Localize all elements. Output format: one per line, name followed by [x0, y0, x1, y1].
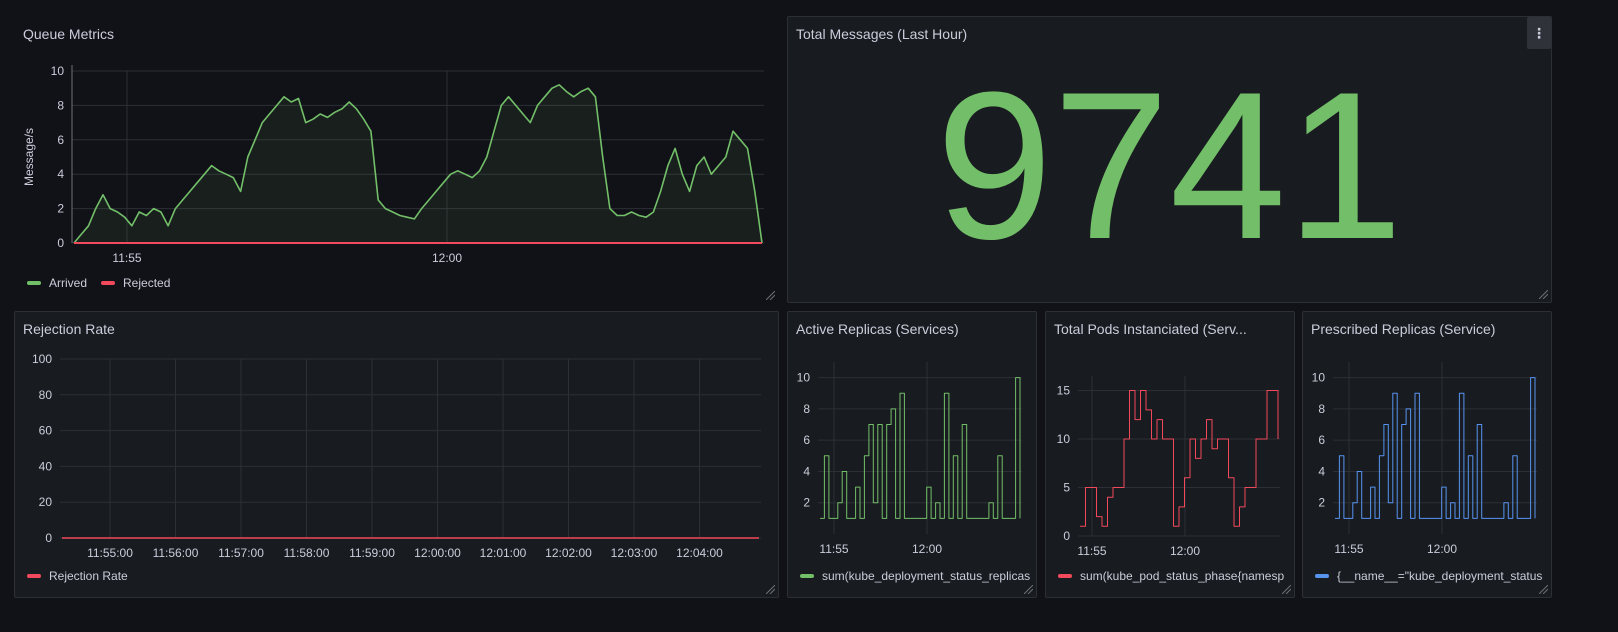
legend-label: Rejected	[123, 276, 171, 290]
x-tick-label: 12:00	[432, 251, 462, 265]
resize-handle-icon[interactable]	[1024, 585, 1033, 594]
y-tick-label: 6	[57, 133, 64, 147]
legend-swatch	[800, 574, 814, 578]
legend-swatch	[27, 281, 41, 285]
queue-metrics-panel: Queue Metrics 10 8 6 4 2 0 11:55 12:00 Message/s…	[14, 16, 779, 304]
active-replicas-chart[interactable]: 10 8 6 4 2 11:55 12:00	[788, 352, 1036, 572]
rejection-rate-chart[interactable]: 100 80 60 40 20 0 11:55:00 11:56:00 11:57:00 11:5…	[15, 347, 778, 597]
legend-item[interactable]: Rejected	[101, 276, 170, 290]
panel-title: Queue Metrics	[23, 26, 115, 42]
y-tick-label: 20	[39, 495, 53, 509]
series-line	[1335, 377, 1536, 519]
x-tick-label: 12:00	[1170, 544, 1200, 558]
resize-handle-icon[interactable]	[1282, 585, 1291, 594]
y-tick-label: 60	[39, 424, 53, 438]
y-tick-label: 15	[1057, 384, 1071, 398]
y-tick-label: 8	[803, 402, 810, 416]
panel-title: Total Messages (Last Hour)	[796, 26, 968, 42]
resize-handle-icon[interactable]	[766, 291, 775, 300]
x-tick-label: 11:55	[1334, 542, 1363, 556]
legend-item[interactable]: sum(kube_deployment_status_replicas	[800, 569, 1030, 583]
y-tick-label: 0	[45, 531, 52, 545]
series-line	[820, 377, 1021, 519]
resize-handle-icon[interactable]	[1539, 290, 1548, 299]
legend-item[interactable]: Rejection Rate	[27, 569, 128, 583]
y-tick-label: 100	[32, 352, 52, 366]
resize-handle-icon[interactable]	[766, 585, 775, 594]
y-tick-label: 5	[1063, 481, 1070, 495]
legend-item[interactable]: sum(kube_pod_status_phase{namesp	[1058, 569, 1284, 583]
y-tick-label: 2	[57, 202, 64, 216]
x-tick-label: 12:04:00	[676, 546, 723, 560]
series-line	[1080, 390, 1279, 527]
chart-legend: Arrived Rejected	[27, 276, 170, 290]
queue-metrics-chart[interactable]: 10 8 6 4 2 0 11:55 12:00 Message/s	[15, 57, 778, 307]
y-tick-label: 6	[803, 433, 810, 447]
y-tick-label: 2	[1318, 496, 1325, 510]
y-axis-label: Message/s	[22, 128, 36, 186]
series-area	[74, 84, 762, 243]
legend-swatch	[101, 281, 116, 285]
y-tick-label: 10	[1057, 432, 1071, 446]
chart-legend: Rejection Rate	[27, 569, 128, 583]
x-tick-label: 11:59:00	[349, 546, 395, 560]
x-tick-label: 11:55	[112, 251, 141, 265]
y-tick-label: 0	[1063, 529, 1070, 543]
panel-title: Active Replicas (Services)	[796, 321, 959, 337]
x-tick-label: 12:01:00	[480, 546, 527, 560]
panel-title: Prescribed Replicas (Service)	[1311, 321, 1496, 337]
x-tick-label: 12:00:00	[414, 546, 461, 560]
total-messages-panel: Total Messages (Last Hour) ⋮ 9741	[787, 16, 1552, 303]
chart-legend: sum(kube_pod_status_phase{namesp	[1058, 569, 1288, 583]
x-tick-label: 12:00	[1427, 542, 1457, 556]
y-tick-label: 6	[1318, 433, 1325, 447]
legend-label: sum(kube_pod_status_phase{namesp	[1080, 569, 1285, 583]
y-tick-label: 10	[797, 371, 811, 385]
resize-handle-icon[interactable]	[1539, 585, 1548, 594]
legend-item[interactable]: {__name__="kube_deployment_status	[1315, 569, 1542, 583]
x-tick-label: 11:55	[1077, 544, 1106, 558]
y-tick-label: 40	[39, 459, 53, 473]
x-tick-label: 11:55:00	[87, 546, 133, 560]
total-pods-chart[interactable]: 15 10 5 0 11:55 12:00	[1046, 352, 1294, 572]
y-tick-label: 10	[1312, 371, 1326, 385]
panel-menu-button[interactable]: ⋮	[1527, 17, 1551, 49]
x-tick-label: 11:57:00	[218, 546, 264, 560]
legend-label: Rejection Rate	[49, 569, 128, 583]
x-tick-label: 11:58:00	[284, 546, 330, 560]
legend-swatch	[27, 574, 41, 578]
total-pods-panel: Total Pods Instanciated (Serv... 15 10 5 0 1…	[1045, 311, 1295, 598]
y-tick-label: 4	[1318, 464, 1325, 478]
x-tick-label: 12:03:00	[611, 546, 658, 560]
active-replicas-panel: Active Replicas (Services) 10 8 6 4 2 11:55 12…	[787, 311, 1037, 598]
y-tick-label: 2	[803, 496, 810, 510]
legend-swatch	[1315, 574, 1329, 578]
x-tick-label: 11:56:00	[153, 546, 199, 560]
legend-swatch	[1058, 574, 1072, 578]
x-tick-label: 12:00	[912, 542, 942, 556]
chart-legend: {__name__="kube_deployment_status	[1315, 569, 1545, 583]
prescribed-replicas-chart[interactable]: 10 8 6 4 2 11:55 12:00	[1303, 352, 1551, 572]
panel-title: Total Pods Instanciated (Serv...	[1054, 321, 1247, 337]
legend-label: Arrived	[49, 276, 88, 290]
y-tick-label: 8	[57, 98, 64, 112]
legend-item[interactable]: Arrived	[27, 276, 87, 290]
x-tick-label: 12:02:00	[545, 546, 592, 560]
panel-title: Rejection Rate	[23, 321, 115, 337]
chart-legend: sum(kube_deployment_status_replicas	[800, 569, 1030, 583]
y-tick-label: 4	[803, 464, 810, 478]
y-tick-label: 10	[51, 64, 65, 78]
legend-label: sum(kube_deployment_status_replicas	[822, 569, 1030, 583]
y-tick-label: 8	[1318, 402, 1325, 416]
legend-label: {__name__="kube_deployment_status	[1337, 569, 1543, 583]
y-tick-label: 80	[39, 388, 53, 402]
prescribed-replicas-panel: Prescribed Replicas (Service) 10 8 6 4 2 11:5…	[1302, 311, 1552, 598]
rejection-rate-panel: Rejection Rate 100 80 60 40 20 0 11:55:00 11:56…	[14, 311, 779, 598]
x-tick-label: 11:55	[819, 542, 848, 556]
y-tick-label: 4	[57, 167, 64, 181]
stat-value: 9741	[935, 48, 1404, 283]
y-tick-label: 0	[57, 236, 64, 250]
